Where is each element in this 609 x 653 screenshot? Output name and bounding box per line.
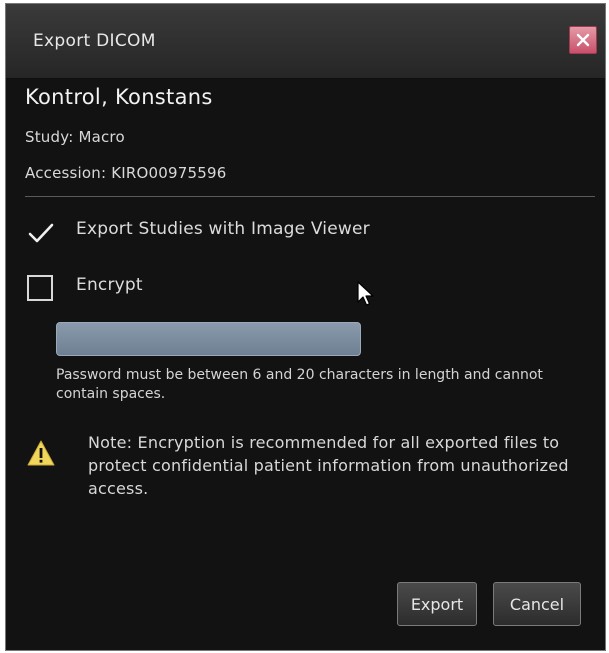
cancel-button[interactable]: Cancel	[493, 582, 581, 626]
patient-name: Kontrol, Konstans	[25, 85, 213, 109]
mouse-pointer-icon	[357, 281, 375, 311]
divider	[25, 196, 595, 197]
study-label: Study: Macro	[25, 128, 125, 146]
dialog-titlebar[interactable]: Export DICOM	[6, 4, 605, 79]
accession-label: Accession: KIRO00975596	[25, 164, 227, 182]
checkmark-icon	[28, 223, 54, 243]
export-viewer-checkbox[interactable]	[26, 221, 56, 249]
encryption-note: Note: Encryption is recommended for all …	[88, 433, 569, 498]
encrypt-checkbox[interactable]	[27, 275, 53, 301]
warning-triangle-icon	[26, 439, 56, 471]
close-button[interactable]	[569, 26, 597, 54]
export-button[interactable]: Export	[397, 582, 477, 626]
encrypt-label[interactable]: Encrypt	[76, 275, 143, 295]
password-input[interactable]	[56, 322, 361, 356]
dialog-title: Export DICOM	[33, 31, 156, 51]
export-dicom-dialog: Export DICOM Kontrol, Konstans Study: Ma…	[5, 3, 606, 651]
password-hint: Password must be between 6 and 20 charac…	[56, 367, 543, 402]
close-x-icon	[576, 33, 590, 47]
export-viewer-label[interactable]: Export Studies with Image Viewer	[76, 219, 370, 239]
dialog-body: Kontrol, Konstans Study: Macro Accession…	[6, 79, 605, 650]
